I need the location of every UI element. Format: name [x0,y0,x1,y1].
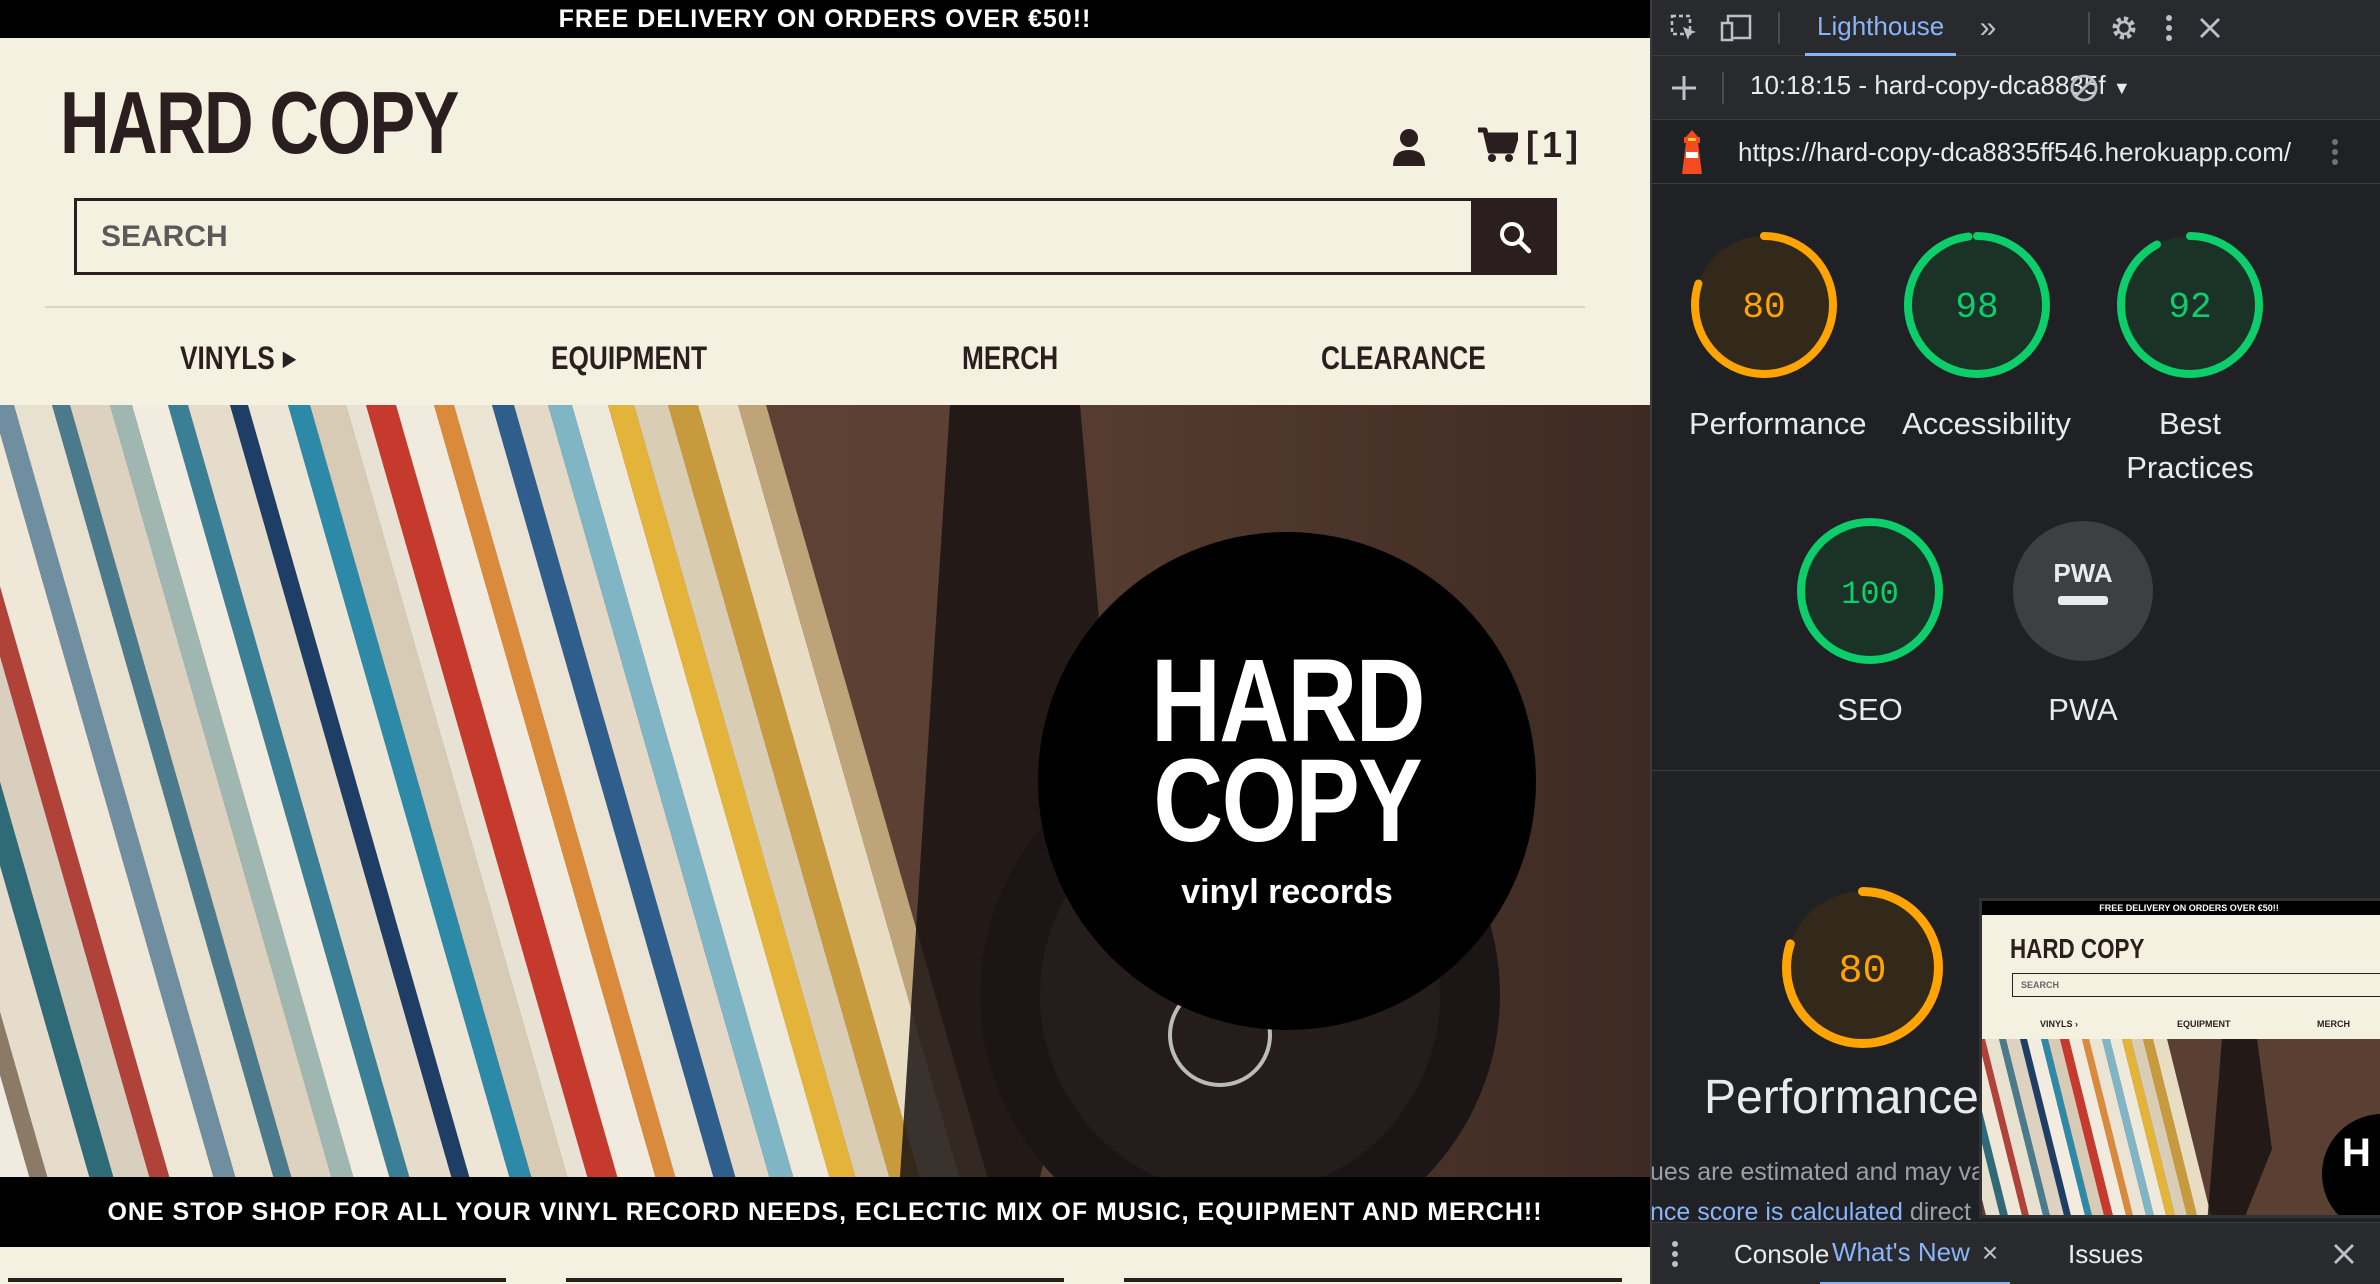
website-viewport: FREE DELIVERY ON ORDERS OVER €50!! HARD … [0,0,1650,1284]
drawer-menu-icon[interactable] [1666,1236,1684,1272]
dropdown-caret-icon: ▼ [2112,78,2131,98]
category-card-edge [566,1278,1064,1282]
hero-image: HARD COPY vinyl records [0,405,1650,1177]
performance-note: ues are estimated and may va [1650,1158,1985,1186]
report-url[interactable]: https://hard-copy-dca8835ff546.herokuapp… [1738,137,2291,168]
tab-lighthouse-label: Lighthouse [1817,11,1945,41]
report-url-bar: https://hard-copy-dca8835ff546.herokuapp… [1652,120,2380,184]
badge-line-2: COPY [1153,734,1422,867]
gauge-score: 80 [1742,287,1785,328]
tagline-banner: ONE STOP SHOP FOR ALL YOUR VINYL RECORD … [0,1177,1650,1247]
toolbar-divider [1722,72,1724,104]
lighthouse-logo-icon [1682,130,1702,174]
thumb-nav-item: EQUIPMENT [2177,1019,2231,1029]
nav-equipment[interactable]: EQUIPMENT [551,340,707,377]
header-divider [45,306,1585,308]
clear-reports-icon[interactable] [2066,70,2102,106]
search-input[interactable] [77,201,1471,272]
drawer-tab-issues[interactable]: Issues [2068,1223,2143,1284]
toolbar-divider [2088,12,2090,44]
cart-button[interactable]: [1] [1478,124,1582,166]
thumb-search: SEARCH [2012,973,2380,997]
cart-icon [1478,127,1518,162]
nav-merch-label: MERCH [962,340,1059,376]
promo-banner: FREE DELIVERY ON ORDERS OVER €50!! [0,0,1650,38]
more-tabs-icon[interactable]: » [1970,10,2006,46]
nav-merch[interactable]: MERCH [962,340,1058,377]
gauge-label: Best Practices [2126,406,2254,485]
report-selector-label: 10:18:15 - hard-copy-dca8835f [1750,70,2106,100]
section-divider [1652,770,2380,771]
promo-text: FREE DELIVERY ON ORDERS OVER €50!! [558,4,1092,33]
settings-gear-icon[interactable] [2106,10,2142,46]
gauge-score: 100 [1841,576,1899,613]
category-card-edge [1124,1278,1622,1282]
search-field[interactable] [74,198,1474,275]
nav-vinyls-label: VINYLS [180,340,275,376]
account-icon[interactable] [1391,128,1427,166]
category-card-edge [8,1278,506,1282]
gauge-label: Performance [1689,406,1867,441]
thumb-promo: FREE DELIVERY ON ORDERS OVER €50!! [1982,901,2380,915]
gauge-label: Accessibility [1902,406,2071,441]
drawer-tab-label: Console [1734,1238,1830,1269]
new-report-icon[interactable] [1666,70,1702,106]
badge-subtitle: vinyl records [1181,872,1393,911]
close-drawer-icon[interactable] [2326,1236,2362,1272]
devtools-drawer: Console What's New × Issues [1652,1222,2380,1284]
device-toolbar-icon[interactable] [1718,10,1754,46]
pwa-badge-text: PWA [2053,558,2112,588]
tagline-text: ONE STOP SHOP FOR ALL YOUR VINYL RECORD … [107,1197,1543,1226]
nav-clearance[interactable]: CLEARANCE [1321,340,1486,377]
pwa-badge-icon: PWA [2013,521,2153,661]
nav-vinyls[interactable]: VINYLS ▶ [180,340,296,377]
gauge-score: 98 [1955,287,1998,328]
gauge-ring: 98 [1904,232,2050,378]
thumb-nav-item: MERCH [2317,1019,2350,1029]
gauge-label: PWA [2048,692,2118,727]
performance-heading: Performance [1704,1071,1979,1124]
gauge-accessibility[interactable]: 98 Accessibility [1902,230,2071,446]
gauge-ring: 92 [2117,232,2263,378]
thumb-nav-item: VINYLS › [2040,1019,2079,1029]
drawer-tab-label: What's New [1832,1237,1970,1267]
gauge-score: 80 [1838,950,1886,995]
site-logo[interactable]: HARD COPY [60,72,459,174]
gauge-best-practices[interactable]: 92 Best Practices [2115,230,2265,490]
search-button[interactable] [1472,198,1557,275]
nav-equipment-label: EQUIPMENT [551,340,707,376]
search-icon [1499,221,1531,253]
lighthouse-toolbar: 10:18:15 - hard-copy-dca8835f ▼ [1652,56,2380,120]
main-nav: VINYLS ▶ EQUIPMENT MERCH CLEARANCE [0,340,1650,390]
cart-count: [1] [1526,124,1582,165]
nav-clearance-label: CLEARANCE [1321,340,1486,376]
close-tab-icon[interactable]: × [1982,1237,1998,1269]
caret-right-icon: ▶ [282,348,296,370]
kebab-menu-icon[interactable] [2154,10,2184,46]
gauge-label: SEO [1837,692,1903,727]
hero-logo-badge: HARD COPY vinyl records [1038,532,1536,1030]
gauge-ring-large: 80 [1781,887,1943,1048]
gauge-seo[interactable]: 100 SEO [1795,516,1945,732]
thumb-hero: H C [1982,1039,2380,1215]
close-devtools-icon[interactable] [2192,10,2228,46]
gauge-score: 92 [2168,287,2211,328]
devtools-panel: Lighthouse » 10:18:15 - hard-copy-dca883… [1650,0,2380,1284]
drawer-tab-label: Issues [2068,1238,2144,1269]
gauge-ring: 80 [1691,232,1837,378]
report-menu-icon[interactable] [2320,134,2350,170]
drawer-tab-console[interactable]: Console [1734,1223,1829,1284]
thumb-hero-photo [1982,1039,2380,1215]
drawer-tab-whats-new[interactable]: What's New × [1820,1223,2011,1284]
inspect-element-icon[interactable] [1666,10,1702,46]
performance-score-large: 80 [1752,885,1972,1055]
gauge-performance[interactable]: 80 Performance [1689,230,1867,446]
page-screenshot-thumbnail: FREE DELIVERY ON ORDERS OVER €50!! HARD … [1979,898,2380,1218]
tab-lighthouse[interactable]: Lighthouse [1805,0,1957,56]
toolbar-divider [1778,12,1780,44]
devtools-toolbar: Lighthouse » [1652,0,2380,56]
gauge-pwa[interactable]: PWA PWA [2008,516,2158,732]
gauge-ring: 100 [1797,518,1943,664]
thumb-logo: HARD COPY [2010,933,2145,964]
